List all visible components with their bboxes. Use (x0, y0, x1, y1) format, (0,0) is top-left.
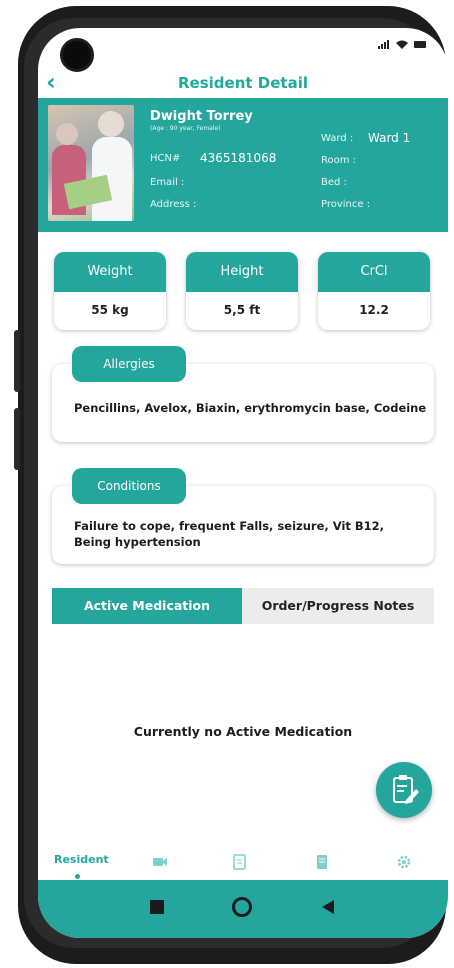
video-icon[interactable] (152, 854, 168, 870)
crcl-card: CrCl 12.2 (318, 252, 430, 330)
address-label: Address : (150, 199, 197, 210)
weight-value: 55 kg (91, 303, 129, 317)
resident-name: Dwight Torrey (150, 109, 253, 124)
tab-active-medication[interactable]: Active Medication (52, 588, 242, 624)
system-navigation-bar (38, 880, 448, 938)
weight-card: Weight 55 kg (54, 252, 166, 330)
volume-up-button (14, 330, 20, 392)
conditions-pill: Conditions (72, 468, 186, 504)
crcl-value: 12.2 (359, 303, 389, 317)
resident-profile-card: Dwight Torrey (Age : 90 year, Female) HC… (38, 98, 448, 232)
add-note-button[interactable] (376, 762, 432, 818)
weight-label: Weight (54, 252, 166, 292)
document-icon[interactable] (232, 854, 248, 870)
hcn-value: 4365181068 (200, 151, 277, 165)
page-title: Resident Detail (178, 74, 308, 92)
resident-age-gender: (Age : 90 year, Female) (150, 125, 221, 132)
app-screen: ‹ Resident Detail Dwight Torrey (Age : 9… (38, 28, 448, 938)
bed-label: Bed : (321, 177, 347, 188)
conditions-line-2: Being hypertension (74, 535, 201, 549)
front-camera (60, 38, 94, 72)
settings-icon[interactable] (396, 854, 412, 870)
back-triangle-icon[interactable] (322, 900, 334, 914)
nav-item-resident[interactable]: Resident (54, 853, 109, 866)
height-value: 5,5 ft (223, 303, 261, 317)
medication-tabs: Active Medication Order/Progress Notes (52, 588, 434, 624)
signal-wifi-battery-icon (378, 40, 426, 49)
height-card: Height 5,5 ft (186, 252, 298, 330)
ward-label: Ward : (321, 133, 354, 144)
empty-state-message: Currently no Active Medication (133, 724, 353, 739)
email-label: Email : (150, 177, 185, 188)
allergies-pill: Allergies (72, 346, 186, 382)
status-bar-icons (376, 38, 428, 53)
resident-photo (48, 105, 134, 221)
recents-square-icon[interactable] (150, 900, 164, 914)
allergies-text: Pencillins, Avelox, Biaxin, erythromycin… (74, 401, 427, 415)
tab-order-progress-notes[interactable]: Order/Progress Notes (242, 588, 434, 624)
home-circle-icon[interactable] (232, 897, 252, 917)
crcl-label: CrCl (318, 252, 430, 292)
province-label: Province : (321, 199, 371, 210)
clipboard-edit-icon (393, 775, 419, 804)
room-label: Room : (321, 155, 357, 166)
active-indicator-dot (75, 874, 80, 879)
hcn-label: HCN# (150, 153, 181, 164)
conditions-line-1: Failure to cope, frequent Falls, seizure… (74, 519, 385, 533)
ward-value: Ward 1 (368, 131, 411, 145)
height-label: Height (186, 252, 298, 292)
notes-icon[interactable] (314, 854, 330, 870)
volume-down-button (14, 408, 20, 470)
